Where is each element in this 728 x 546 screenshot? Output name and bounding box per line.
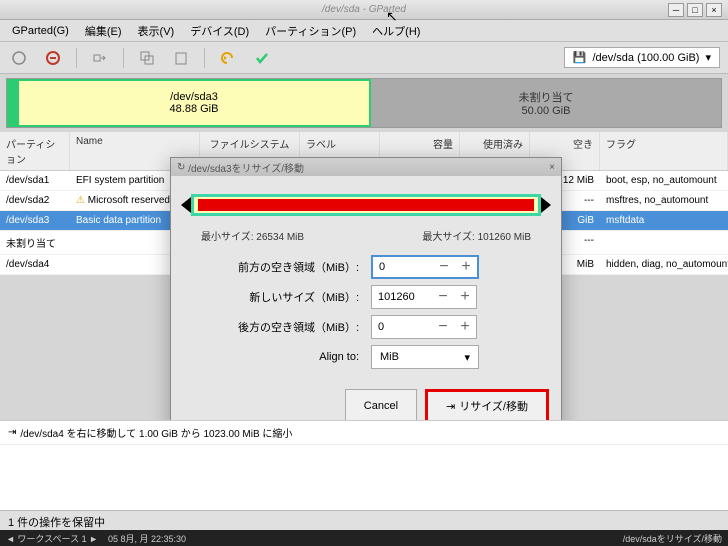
plus-icon[interactable]: + [454, 318, 476, 336]
minus-icon[interactable]: − [433, 258, 455, 276]
menu-edit[interactable]: 編集(E) [77, 20, 130, 42]
resize-icon: ⇥ [8, 427, 16, 438]
new-icon[interactable] [8, 47, 30, 69]
cancel-button[interactable]: Cancel [345, 389, 417, 423]
menu-gparted[interactable]: GParted(G) [4, 22, 77, 40]
disk-map-size: 50.00 GiB [522, 105, 571, 117]
chevron-down-icon: ▾ [464, 351, 470, 364]
menu-help[interactable]: ヘルプ(H) [364, 20, 428, 42]
minimize-button[interactable]: ─ [668, 3, 684, 17]
warning-icon: ⚠ [76, 195, 85, 206]
disk-map-tiny [7, 79, 17, 127]
resize-move-button[interactable]: ⇥ リサイズ/移動 [425, 389, 549, 423]
new-size-field[interactable] [372, 289, 432, 305]
menu-partition[interactable]: パーティション(P) [257, 20, 364, 42]
min-size: 最小サイズ: 26534 MiB [201, 228, 304, 243]
plus-icon[interactable]: + [455, 258, 477, 276]
device-selector[interactable]: 💾 /dev/sda (100.00 GiB) ▾ [564, 47, 720, 68]
slider-track[interactable] [191, 194, 541, 216]
taskbar: ◄ ワークスペース 1 ► 05 8月, 月 22:35:30 /dev/sda… [0, 530, 728, 546]
disk-map[interactable]: /dev/sda3 48.88 GiB 未割り当て 50.00 GiB [6, 78, 722, 128]
free-after-input[interactable]: − + [371, 315, 477, 339]
size-limits: 最小サイズ: 26534 MiB 最大サイズ: 101260 MiB [171, 228, 561, 243]
cell-partition: /dev/sda1 [0, 171, 70, 190]
max-size: 最大サイズ: 101260 MiB [422, 228, 531, 243]
slider-left-arrow-icon[interactable] [181, 197, 191, 213]
dialog-title: /dev/sda3をリサイズ/移動 [188, 160, 304, 175]
resize-button-label: リサイズ/移動 [459, 398, 528, 414]
menu-view[interactable]: 表示(V) [130, 20, 183, 42]
cell-partition: /dev/sda4 [0, 255, 70, 274]
titlebar: /dev/sda - GParted ─ □ × [0, 0, 728, 20]
cell-flags [600, 231, 728, 254]
slider-fill [198, 199, 534, 211]
col-partition[interactable]: パーティション [0, 132, 70, 170]
refresh-icon: ↻ [177, 162, 185, 173]
disk-map-sda3[interactable]: /dev/sda3 48.88 GiB [17, 79, 371, 127]
maximize-button[interactable]: □ [687, 3, 703, 17]
new-size-input[interactable]: − + [371, 285, 477, 309]
resize-dialog: ↻ /dev/sda3をリサイズ/移動 × 最小サイズ: 26534 MiB 最… [170, 157, 562, 436]
chevron-down-icon: ▾ [705, 51, 711, 64]
taskbar-window[interactable]: /dev/sdaをリサイズ/移動 [623, 532, 722, 545]
copy-icon[interactable] [136, 47, 158, 69]
cell-partition: /dev/sda2 [0, 191, 70, 210]
align-select[interactable]: MiB ▾ [371, 345, 479, 369]
paste-icon[interactable] [170, 47, 192, 69]
toolbar: 💾 /dev/sda (100.00 GiB) ▾ [0, 42, 728, 74]
cell-partition: /dev/sda3 [0, 211, 70, 230]
apply-icon[interactable] [251, 47, 273, 69]
free-before-input[interactable]: − + [371, 255, 479, 279]
disk-map-size: 48.88 GiB [170, 103, 219, 115]
new-size-label: 新しいサイズ（MiB）: [191, 289, 371, 305]
pending-operations: ⇥ /dev/sda4 を右に移動して 1.00 GiB から 1023.00 … [0, 420, 728, 510]
align-value: MiB [380, 351, 399, 363]
col-flags[interactable]: フラグ [600, 132, 728, 170]
clock: 05 8月, 月 22:35:30 [108, 532, 186, 545]
pending-op[interactable]: ⇥ /dev/sda4 を右に移動して 1.00 GiB から 1023.00 … [0, 421, 728, 445]
slider-right-arrow-icon[interactable] [541, 197, 551, 213]
cell-flags: msftres, no_automount [600, 191, 728, 210]
free-before-label: 前方の空き領域（MiB）: [191, 259, 371, 275]
device-label: /dev/sda (100.00 GiB) [592, 52, 699, 64]
cell-flags: msftdata [600, 211, 728, 230]
dialog-close-icon[interactable]: × [549, 162, 555, 173]
minus-icon[interactable]: − [432, 318, 454, 336]
free-after-field[interactable] [372, 319, 432, 335]
workspace-switcher[interactable]: ◄ ワークスペース 1 ► [6, 532, 98, 545]
cell-partition: 未割り当て [0, 231, 70, 254]
disk-icon: 💾 [573, 51, 587, 64]
cell-flags: boot, esp, no_automount [600, 171, 728, 190]
partition-slider[interactable] [181, 194, 551, 216]
resize-icon: ⇥ [446, 400, 455, 413]
window-title: /dev/sda - GParted [322, 4, 406, 15]
statusbar: 1 件の操作を保留中 [0, 510, 728, 530]
free-after-label: 後方の空き領域（MiB）: [191, 319, 371, 335]
disk-map-label: /dev/sda3 [170, 91, 218, 103]
menu-device[interactable]: デバイス(D) [182, 20, 257, 42]
menubar: GParted(G) 編集(E) 表示(V) デバイス(D) パーティション(P… [0, 20, 728, 42]
plus-icon[interactable]: + [454, 288, 476, 306]
status-text: 1 件の操作を保留中 [8, 517, 105, 529]
minus-icon[interactable]: − [432, 288, 454, 306]
undo-icon[interactable] [217, 47, 239, 69]
delete-icon[interactable] [42, 47, 64, 69]
cell-flags: hidden, diag, no_automount [600, 255, 728, 274]
close-button[interactable]: × [706, 3, 722, 17]
resize-icon[interactable] [89, 47, 111, 69]
free-before-field[interactable] [373, 259, 433, 275]
disk-map-label: 未割り当て [519, 89, 574, 105]
disk-map-unallocated[interactable]: 未割り当て 50.00 GiB [371, 79, 721, 127]
align-label: Align to: [191, 351, 371, 363]
dialog-titlebar: ↻ /dev/sda3をリサイズ/移動 × [171, 158, 561, 176]
pending-op-text: /dev/sda4 を右に移動して 1.00 GiB から 1023.00 Mi… [20, 425, 292, 440]
